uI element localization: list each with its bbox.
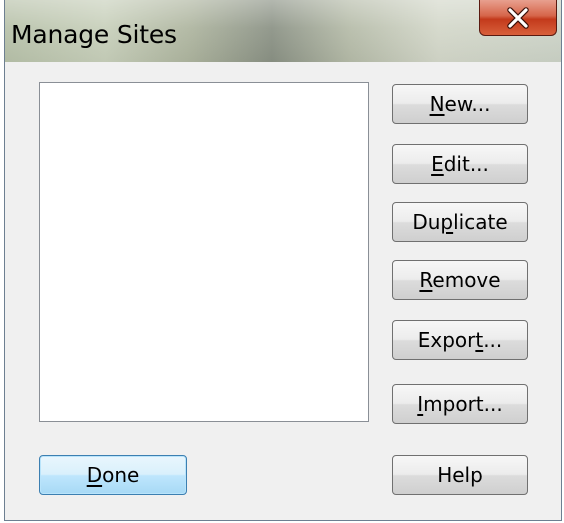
close-button[interactable] [479,0,557,36]
done-button[interactable]: Done [39,455,187,495]
close-icon [505,6,531,29]
manage-sites-dialog: Manage Sites New... Edit... Duplicate Re… [4,0,562,521]
help-button[interactable]: Help [392,455,528,495]
new-button-mnemonic: N [429,92,445,116]
new-button[interactable]: New... [392,84,528,124]
export-button[interactable]: Export... [392,320,528,360]
duplicate-button[interactable]: Duplicate [392,202,528,242]
site-list[interactable] [39,82,369,422]
remove-button-mnemonic: R [419,268,433,292]
edit-button-mnemonic: E [431,152,444,176]
duplicate-button-label-post: licate [453,210,508,234]
import-button-label-post: mport... [423,392,503,416]
duplicate-button-label-pre: Du [412,210,441,234]
done-button-mnemonic: D [86,463,103,487]
help-button-label: Help [437,463,483,487]
new-button-label-post: ew... [444,92,491,116]
remove-button[interactable]: Remove [392,260,528,300]
export-button-label-post: ... [483,328,503,352]
edit-button-label-post: dit... [443,152,489,176]
import-button[interactable]: Import... [392,384,528,424]
duplicate-button-mnemonic: p [440,210,454,234]
remove-button-label-post: emove [432,268,501,292]
done-button-label-post: one [102,463,140,487]
dialog-title: Manage Sites [11,20,177,49]
edit-button[interactable]: Edit... [392,144,528,184]
export-button-label-pre: Expor [417,328,476,352]
